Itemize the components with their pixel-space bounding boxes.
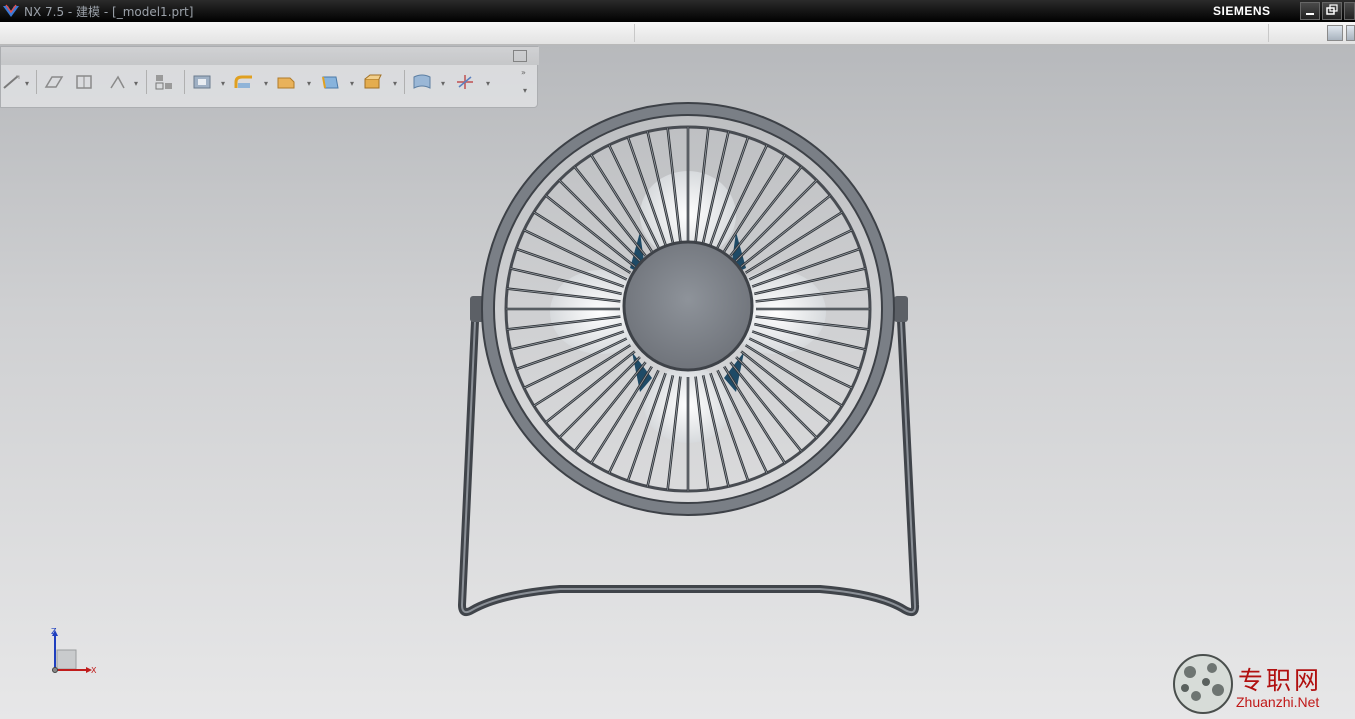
fan-hub[interactable] xyxy=(622,240,754,372)
grille-spoke-highlight xyxy=(735,356,817,438)
grille-spoke-highlight xyxy=(559,180,641,262)
grille-spoke-highlight xyxy=(740,351,831,423)
grille-spoke-highlight xyxy=(559,356,641,438)
grille-spoke-highlight xyxy=(574,166,646,257)
grille-spoke-highlight xyxy=(545,195,636,267)
grille-spoke-highlight xyxy=(730,361,802,452)
model-scene xyxy=(52,102,1233,714)
grille-spoke-highlight xyxy=(574,361,646,452)
coordinate-triad xyxy=(52,630,92,673)
watermark-url: Zhuanzhi.Net xyxy=(1236,694,1320,710)
watermark-chinese: 专职网 xyxy=(1238,666,1323,695)
grille-spoke-highlight xyxy=(545,351,636,423)
x-axis-label: X xyxy=(91,666,97,675)
grille-spoke-highlight xyxy=(735,180,817,262)
zhuanzhi-logo xyxy=(1173,654,1233,714)
right-pivot-knob[interactable] xyxy=(894,296,908,322)
grille-spoke-highlight xyxy=(740,195,831,267)
grille-spoke-highlight xyxy=(730,166,802,257)
z-axis-label: Z xyxy=(51,627,57,636)
